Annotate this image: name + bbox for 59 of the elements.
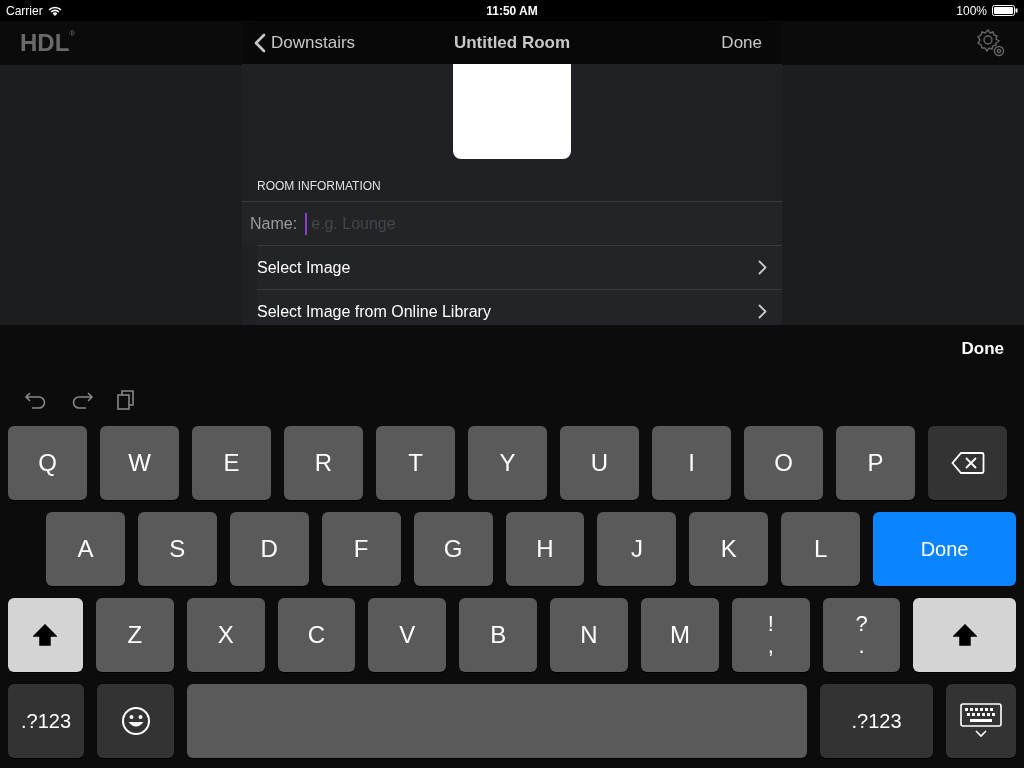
letter-key[interactable]: Q	[8, 426, 87, 500]
modal-title: Untitled Room	[453, 32, 571, 53]
settings-icon[interactable]	[976, 28, 1006, 58]
backspace-key[interactable]	[928, 426, 1007, 500]
letter-key[interactable]: B	[459, 598, 538, 672]
battery-icon	[992, 5, 1018, 16]
logo: HDL$^{®}$	[20, 29, 76, 57]
battery-percent: 100%	[956, 3, 987, 18]
letter-key[interactable]: K	[689, 512, 769, 586]
letter-key[interactable]: I	[652, 426, 731, 500]
letter-key[interactable]: M	[640, 598, 719, 672]
letter-key[interactable]: G	[413, 512, 493, 586]
letter-key[interactable]: V	[368, 598, 447, 672]
letter-key[interactable]: F	[321, 512, 401, 586]
emoji-key[interactable]	[97, 684, 174, 758]
shift-key[interactable]	[913, 598, 1016, 672]
done-button[interactable]: Done	[721, 32, 762, 53]
carrier-label: Carrier	[6, 3, 43, 18]
letter-key[interactable]: W	[100, 426, 179, 500]
numbers-key[interactable]: .?123	[8, 684, 84, 758]
chevron-icon	[758, 304, 767, 319]
letter-key[interactable]: E	[192, 426, 271, 500]
letter-key[interactable]: H	[505, 512, 585, 586]
letter-key[interactable]: R	[284, 426, 363, 500]
back-chevron-icon	[254, 32, 266, 53]
punctuation-key[interactable]: ! ,	[731, 598, 810, 672]
undo-icon[interactable]	[24, 389, 48, 410]
letter-key[interactable]: Y	[468, 426, 547, 500]
hide-keyboard-key[interactable]	[946, 684, 1016, 758]
letter-key[interactable]: S	[137, 512, 217, 586]
letter-key[interactable]: O	[744, 426, 823, 500]
punctuation-key[interactable]: ? .	[822, 598, 901, 672]
shift-key[interactable]	[8, 598, 83, 672]
shift-arrow-icon	[33, 624, 58, 646]
letter-key[interactable]: J	[597, 512, 677, 586]
backspace-icon	[950, 451, 985, 475]
letter-key[interactable]: C	[277, 598, 356, 672]
keyboard-icon	[960, 703, 1002, 739]
letter-key[interactable]: L	[781, 512, 861, 586]
numbers-key[interactable]: .?123	[820, 684, 933, 758]
smiley-icon	[120, 706, 151, 736]
letter-key[interactable]: N	[550, 598, 628, 672]
paste-icon[interactable]	[116, 388, 136, 411]
letter-key[interactable]: Z	[95, 598, 174, 672]
back-button[interactable]: Downstairs	[254, 32, 356, 53]
letter-key[interactable]: P	[836, 426, 915, 500]
wifi-icon	[47, 5, 62, 16]
letter-key[interactable]: U	[560, 426, 639, 500]
return-key[interactable]: Done	[873, 512, 1016, 586]
letter-key[interactable]: D	[229, 512, 309, 586]
letter-key[interactable]: A	[46, 512, 125, 586]
field-label: Name:	[250, 214, 298, 233]
shift-arrow-icon	[952, 624, 977, 646]
keyboard-done-button[interactable]: Done	[961, 339, 1004, 359]
letter-key[interactable]: T	[376, 426, 455, 500]
clock-time: 11:50 AM	[486, 3, 538, 18]
letter-key[interactable]: X	[186, 598, 265, 672]
redo-icon[interactable]	[70, 389, 94, 410]
chevron-icon	[758, 260, 767, 275]
